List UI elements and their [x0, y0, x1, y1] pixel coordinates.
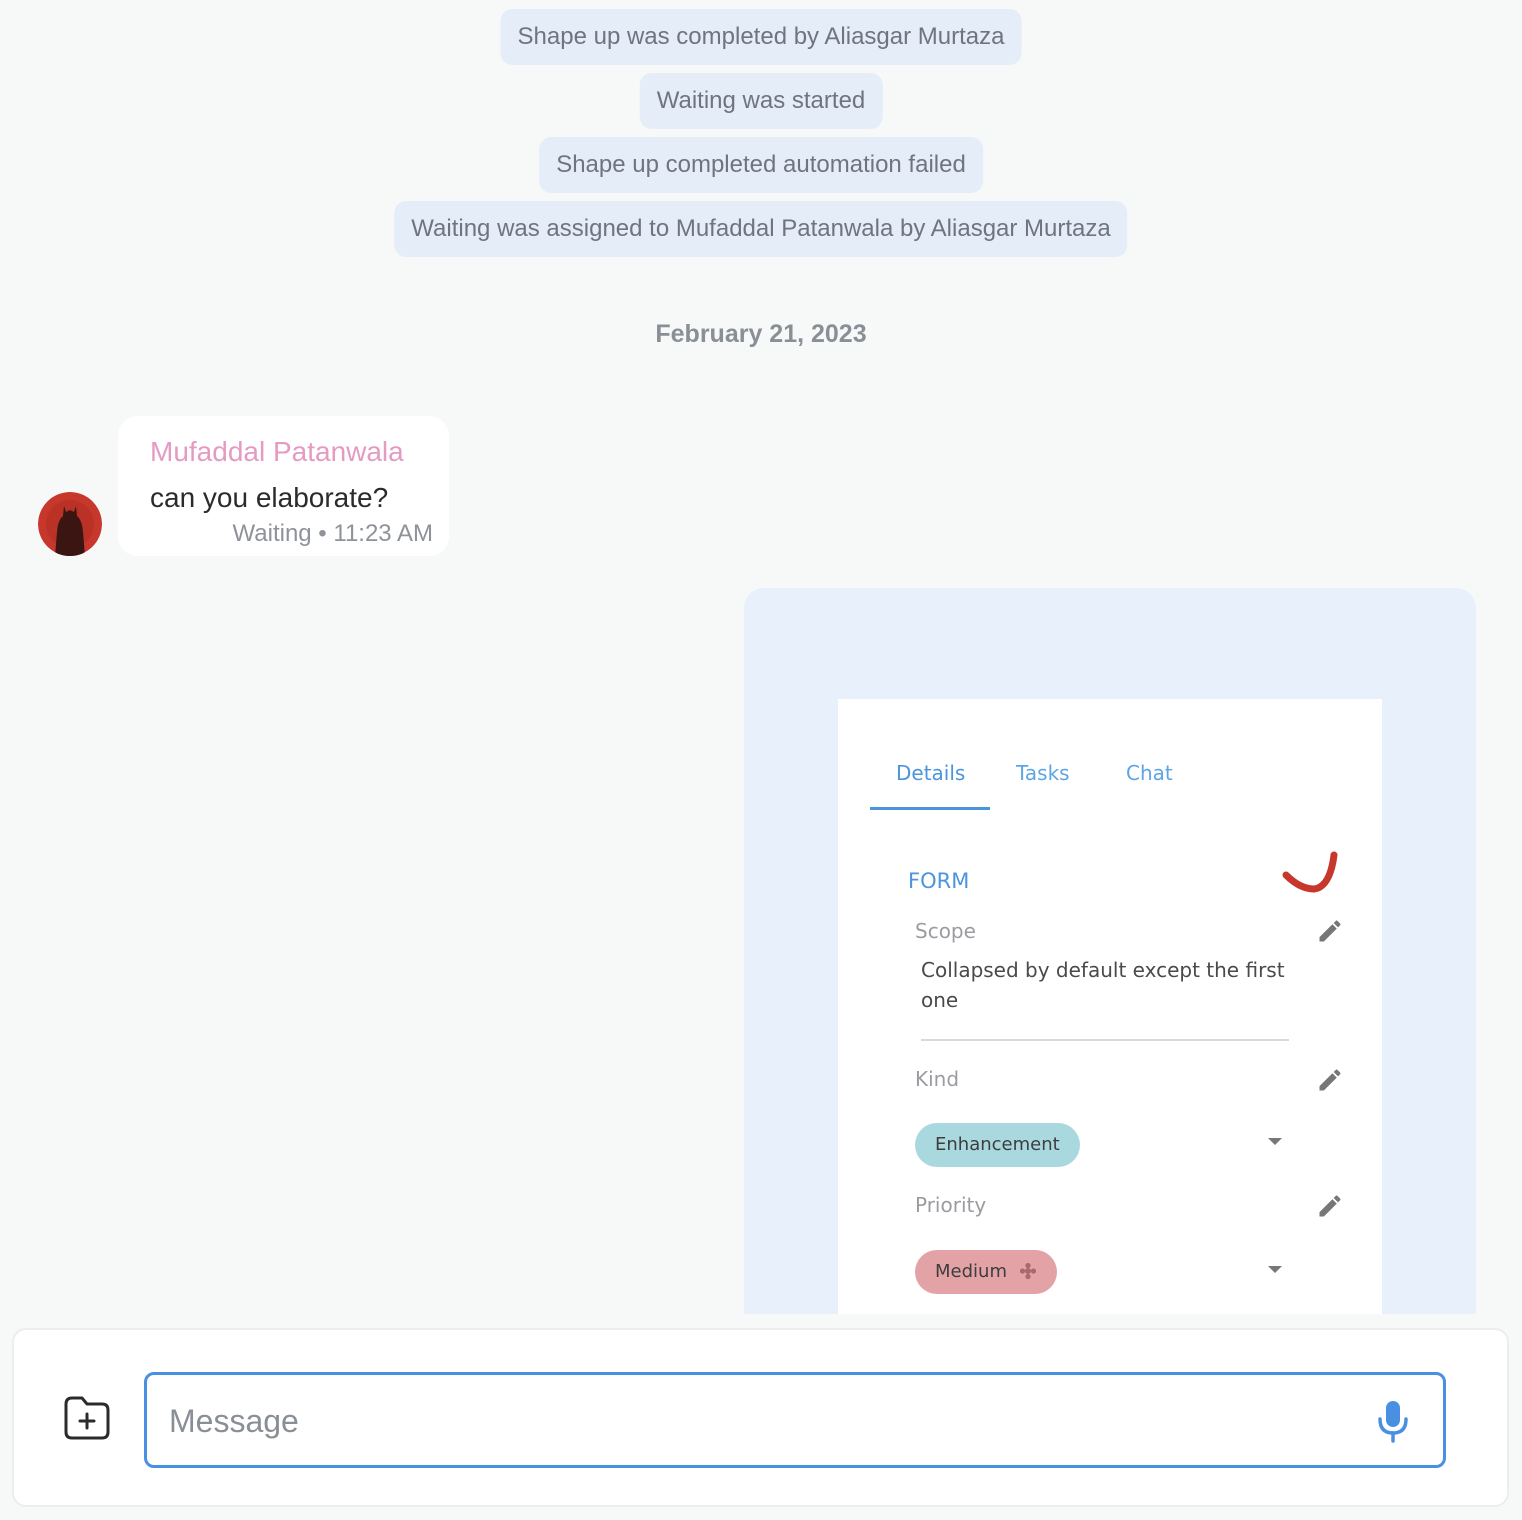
attached-screenshot[interactable]: Details Tasks Chat FORM Scope Collapsed … — [838, 699, 1382, 1314]
tab-tasks: Tasks — [1016, 761, 1070, 785]
system-message: Shape up was completed by Aliasgar Murta… — [500, 9, 1022, 65]
system-message: Shape up completed automation failed — [539, 137, 983, 193]
pencil-icon — [1319, 1069, 1341, 1091]
sender-name[interactable]: Mufaddal Patanwala — [150, 436, 404, 468]
priority-label: Priority — [915, 1193, 987, 1217]
microphone-icon[interactable] — [1375, 1399, 1411, 1443]
message-composer — [12, 1328, 1509, 1507]
caret-down-icon — [1268, 1138, 1282, 1145]
caret-down-icon — [1268, 1266, 1282, 1273]
tab-details: Details — [896, 761, 966, 785]
scope-value: Collapsed by default except the first on… — [921, 958, 1285, 1012]
priority-chip: Medium — [915, 1250, 1057, 1294]
tab-chat: Chat — [1126, 761, 1173, 785]
folder-plus-icon[interactable] — [62, 1394, 112, 1442]
field-divider — [921, 1039, 1289, 1041]
scope-label: Scope — [915, 919, 976, 943]
outgoing-image-bubble[interactable]: Details Tasks Chat FORM Scope Collapsed … — [744, 588, 1476, 1314]
kind-label: Kind — [915, 1067, 960, 1091]
message-input[interactable] — [167, 1375, 1351, 1467]
date-separator: February 21, 2023 — [655, 320, 867, 348]
pencil-icon — [1319, 1195, 1341, 1217]
system-message: Waiting was started — [639, 73, 883, 129]
flower-icon — [1019, 1262, 1036, 1280]
incoming-message-bubble[interactable]: Mufaddal Patanwala can you elaborate? Wa… — [118, 416, 449, 556]
kind-chip: Enhancement — [915, 1123, 1080, 1167]
message-meta: Waiting • 11:23 AM — [232, 520, 434, 547]
chat-page: Shape up was completed by Aliasgar Murta… — [0, 0, 1522, 1520]
system-message: Waiting was assigned to Mufaddal Patanwa… — [394, 201, 1128, 257]
active-tab-underline — [870, 807, 990, 810]
priority-chip-label: Medium — [935, 1261, 1007, 1282]
form-title: FORM — [908, 869, 970, 893]
avatar-image — [38, 492, 102, 556]
avatar[interactable] — [38, 492, 102, 556]
message-text: can you elaborate? — [150, 482, 389, 513]
annotation-scribble — [1282, 851, 1338, 893]
message-input-container[interactable] — [144, 1372, 1446, 1468]
pencil-icon — [1319, 920, 1341, 942]
